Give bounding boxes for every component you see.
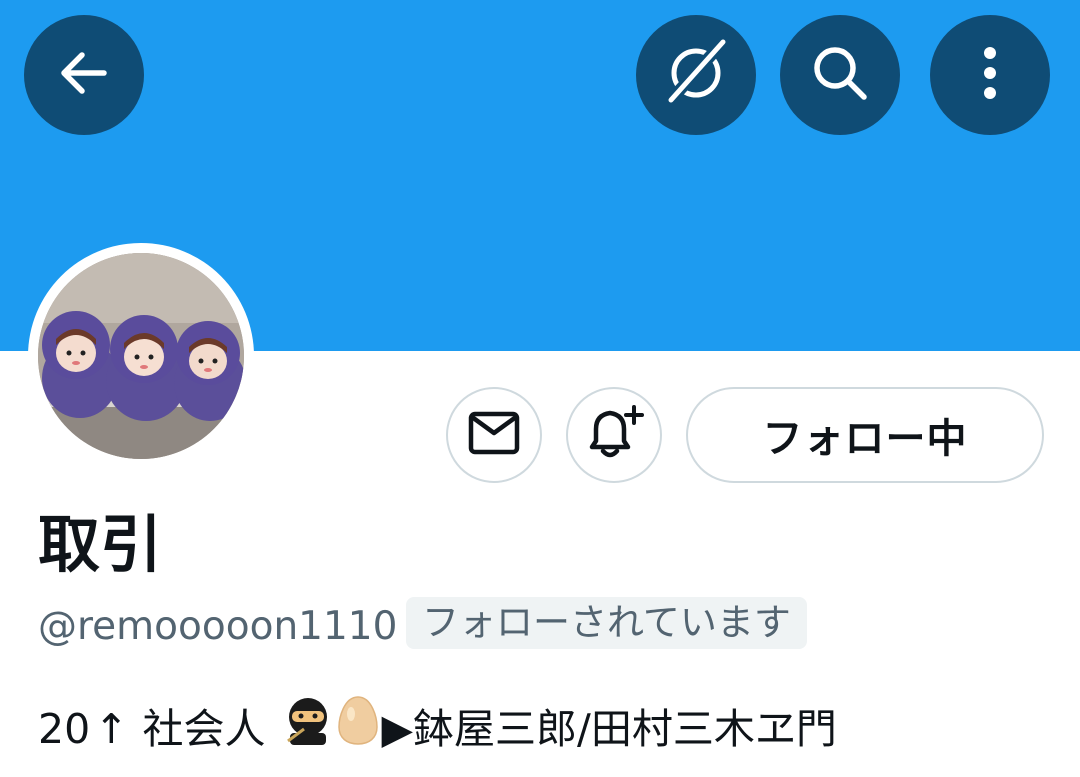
envelope-icon [468, 411, 520, 459]
bio-age: 20 [38, 704, 91, 753]
profile-bio: 20 ↑ 社会人 ▶鉢屋三郎/田村三木ヱ門 [38, 694, 1048, 763]
back-button[interactable] [24, 15, 144, 135]
message-button[interactable] [446, 387, 542, 483]
bio-arrow: ↑ [94, 704, 129, 753]
display-name: 取引 [38, 508, 163, 581]
bell-plus-icon [582, 403, 646, 467]
arrow-left-icon [54, 43, 114, 107]
following-button-label: フォロー中 [762, 416, 968, 462]
follows-you-badge: フォローされています [406, 597, 807, 649]
avatar[interactable] [38, 253, 244, 459]
more-options-button[interactable] [930, 15, 1050, 135]
egg-emoji-icon [336, 694, 380, 763]
notify-button[interactable] [566, 387, 662, 483]
more-vertical-icon [980, 41, 1000, 109]
grok-button[interactable] [636, 15, 756, 135]
search-icon [808, 41, 872, 109]
avatar-image [38, 253, 244, 459]
search-button[interactable] [780, 15, 900, 135]
avatar-frame[interactable] [28, 243, 254, 469]
user-handle: @remooooon1110 [38, 604, 398, 649]
profile-screen: フォロー中 取引 @remooooon1110 フォローされています 20 ↑ … [0, 0, 1080, 777]
ninja-emoji-icon [284, 695, 332, 762]
bio-occupation: 社会人 [142, 704, 266, 753]
grok-slash-icon [659, 36, 733, 114]
following-button[interactable]: フォロー中 [686, 387, 1044, 483]
bio-characters: ▶鉢屋三郎/田村三木ヱ門 [381, 704, 837, 753]
